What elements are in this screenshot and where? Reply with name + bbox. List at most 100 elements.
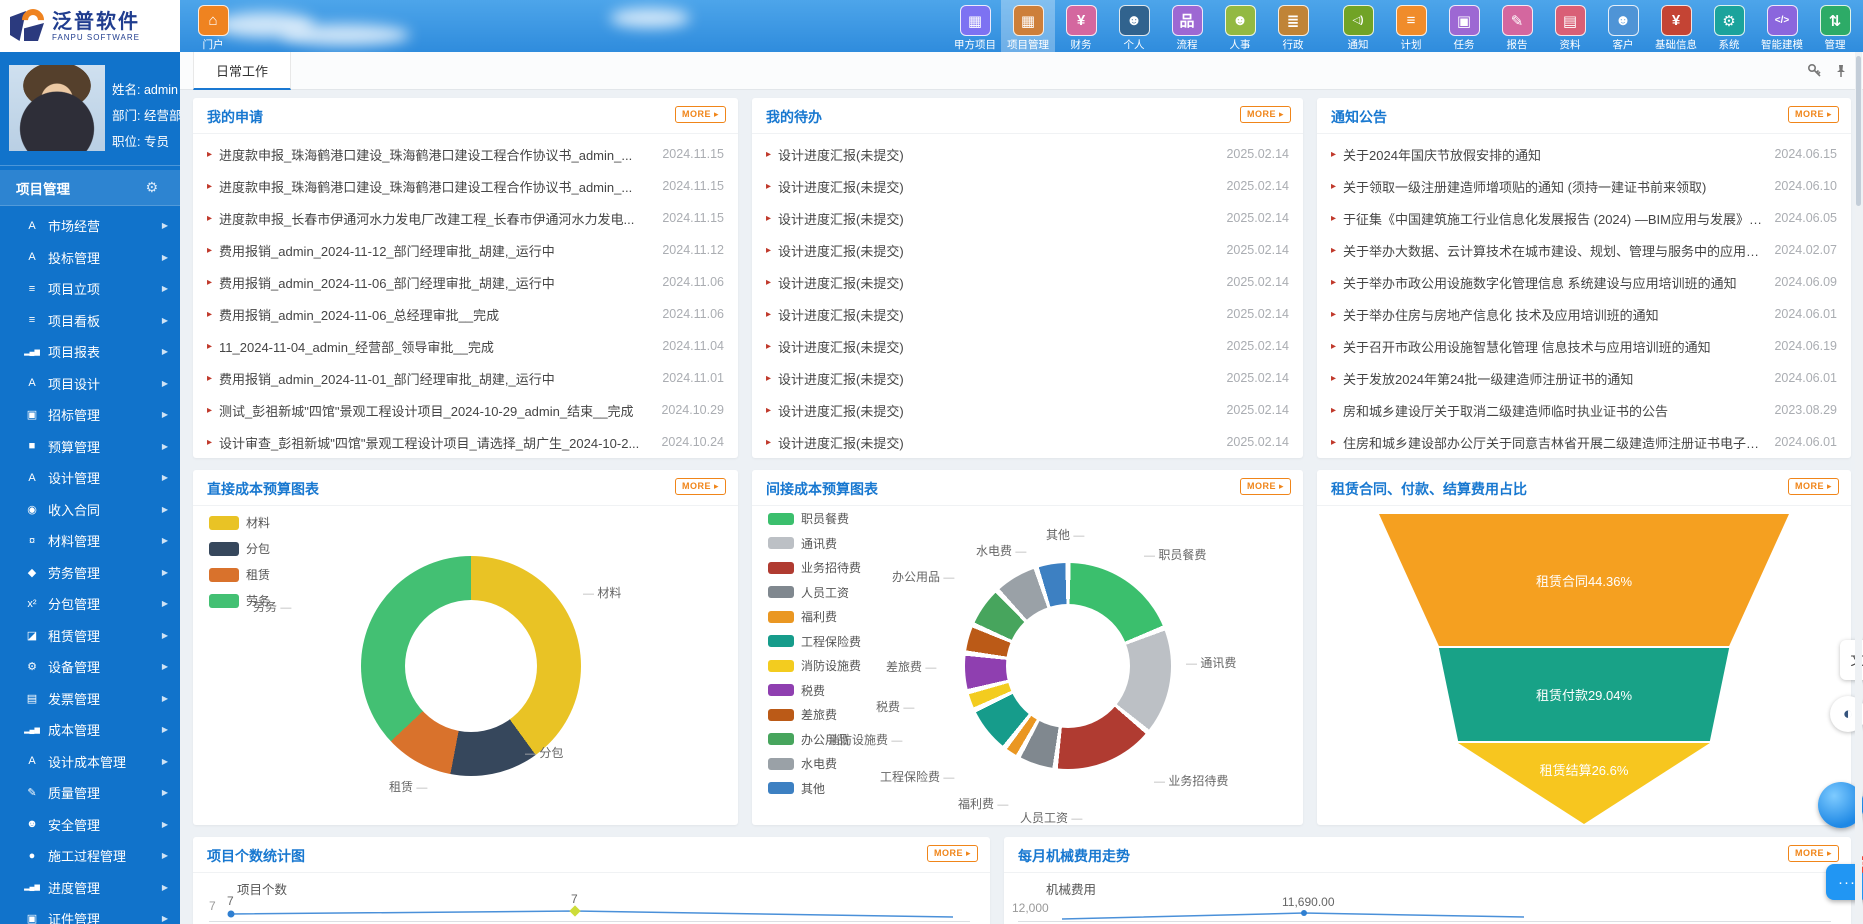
top-nav-item[interactable]: ▣任务 — [1437, 0, 1491, 52]
top-nav-item[interactable]: ✎报告 — [1490, 0, 1544, 52]
legend-item[interactable]: 税费 — [768, 682, 825, 699]
legend-item[interactable]: 工程保险费 — [768, 633, 861, 650]
legend-item[interactable]: 福利费 — [768, 608, 837, 625]
list-item[interactable]: ▸设计进度汇报(未提交)2025.02.14 — [752, 394, 1303, 426]
scrollbar-thumb[interactable] — [1856, 56, 1861, 206]
funnel-segment[interactable]: 租赁合同44.36% — [1379, 514, 1789, 646]
sidebar-item[interactable]: ▂▄▆成本管理▶ — [0, 714, 180, 746]
key-icon[interactable] — [1807, 63, 1823, 79]
list-item[interactable]: ▸费用报销_admin_2024-11-01_部门经理审批_胡建,_运行中202… — [193, 362, 738, 394]
donut-ring[interactable] — [361, 556, 581, 776]
panel-title[interactable]: 间接成本预算图表 — [766, 479, 878, 499]
panel-title[interactable]: 租赁合同、付款、结算费用占比 — [1331, 479, 1527, 499]
nav-item-portal[interactable]: ⌂ 门户 — [186, 0, 240, 52]
top-nav-item[interactable]: ☻人事 — [1213, 0, 1267, 52]
top-nav-item[interactable]: ◁)通知 — [1331, 0, 1385, 52]
list-item[interactable]: ▸设计进度汇报(未提交)2025.02.14 — [752, 202, 1303, 234]
more-button[interactable]: MORE ▸ — [675, 478, 726, 495]
legend-item[interactable]: 差旅费 — [768, 706, 837, 723]
sidebar-item[interactable]: ▂▄▆进度管理▶ — [0, 872, 180, 904]
more-button[interactable]: MORE ▸ — [1788, 106, 1839, 123]
list-item[interactable]: ▸住房和城乡建设部办公厅关于同意吉林省开展二级建造师注册证书电子化试点...20… — [1317, 426, 1851, 458]
legend-item[interactable]: 业务招待费 — [768, 559, 861, 576]
sidebar-item[interactable]: ▤发票管理▶ — [0, 683, 180, 715]
top-nav-item[interactable]: ¥基础信息 — [1649, 0, 1703, 52]
list-item[interactable]: ▸关于2024年国庆节放假安排的通知2024.06.15 — [1317, 138, 1851, 170]
top-nav-item[interactable]: ▤资料 — [1543, 0, 1597, 52]
sidebar-item[interactable]: ▣招标管理▶ — [0, 399, 180, 431]
list-item[interactable]: ▸设计进度汇报(未提交)2025.02.14 — [752, 298, 1303, 330]
list-item[interactable]: ▸进度款申报_长春市伊通河水力发电厂改建工程_长春市伊通河水力发电...2024… — [193, 202, 738, 234]
gear-icon[interactable]: ⚙ — [145, 179, 158, 196]
list-item[interactable]: ▸测试_彭祖新城"四馆"景观工程设计项目_2024-10-29_admin_结束… — [193, 394, 738, 426]
sidebar-item[interactable]: ¤材料管理▶ — [0, 525, 180, 557]
list-item[interactable]: ▸设计进度汇报(未提交)2025.02.14 — [752, 266, 1303, 298]
more-button[interactable]: MORE ▸ — [927, 845, 978, 862]
list-item[interactable]: ▸设计进度汇报(未提交)2025.02.14 — [752, 170, 1303, 202]
top-nav-item[interactable]: ⚙系统 — [1702, 0, 1756, 52]
pin-icon[interactable] — [1833, 63, 1849, 79]
top-nav-item[interactable]: ☻个人 — [1107, 0, 1161, 52]
sidebar-item[interactable]: ●施工过程管理▶ — [0, 840, 180, 872]
sidebar-item[interactable]: ◆劳务管理▶ — [0, 557, 180, 589]
sidebar-item[interactable]: ■预算管理▶ — [0, 431, 180, 463]
list-item[interactable]: ▸进度款申报_珠海鹤港口建设_珠海鹤港口建设工程合作协议书_admin_...2… — [193, 170, 738, 202]
list-item[interactable]: ▸关于发放2024年第24批一级建造师注册证书的通知2024.06.01 — [1317, 362, 1851, 394]
sidebar-item[interactable]: A设计成本管理▶ — [0, 746, 180, 778]
list-item[interactable]: ▸关于举办市政公用设施数字化管理信息 系统建设与应用培训班的通知2024.06.… — [1317, 266, 1851, 298]
funnel-segment[interactable]: 租赁付款29.04% — [1379, 648, 1789, 741]
sidebar-item[interactable]: ⚙设备管理▶ — [0, 651, 180, 683]
list-item[interactable]: ▸设计进度汇报(未提交)2025.02.14 — [752, 426, 1303, 458]
legend-item[interactable]: 水电费 — [768, 755, 837, 772]
list-item[interactable]: ▸设计审查_彭祖新城"四馆"景观工程设计项目_请选择_胡广生_2024-10-2… — [193, 426, 738, 458]
legend-item[interactable]: 其他 — [768, 780, 825, 797]
panel-title[interactable]: 每月机械费用走势 — [1018, 846, 1130, 866]
list-item[interactable]: ▸关于举办大数据、云计算技术在城市建设、规划、管理与服务中的应用培训班...20… — [1317, 234, 1851, 266]
avatar[interactable] — [9, 65, 105, 151]
legend-item[interactable]: 消防设施费 — [768, 657, 861, 674]
panel-title[interactable]: 通知公告 — [1331, 107, 1387, 127]
sidebar-item[interactable]: ◪租赁管理▶ — [0, 620, 180, 652]
sidebar-item[interactable]: A项目设计▶ — [0, 368, 180, 400]
more-button[interactable]: MORE ▸ — [1788, 478, 1839, 495]
sidebar-item[interactable]: A投标管理▶ — [0, 242, 180, 274]
list-item[interactable]: ▸设计进度汇报(未提交)2025.02.14 — [752, 234, 1303, 266]
sidebar-item[interactable]: ▂▄▆项目报表▶ — [0, 336, 180, 368]
sidebar-item[interactable]: ▣证件管理▶ — [0, 903, 180, 924]
panel-title[interactable]: 直接成本预算图表 — [207, 479, 319, 499]
top-nav-item[interactable]: ▦甲方项目 — [948, 0, 1002, 52]
sidebar-item[interactable]: x²分包管理▶ — [0, 588, 180, 620]
top-nav-item[interactable]: ≣行政 — [1266, 0, 1320, 52]
top-nav-item[interactable]: ¥财务 — [1054, 0, 1108, 52]
more-button[interactable]: MORE ▸ — [1240, 478, 1291, 495]
list-item[interactable]: ▸关于举办住房与房地产信息化 技术及应用培训班的通知2024.06.01 — [1317, 298, 1851, 330]
top-nav-item[interactable]: ⇅管理 — [1808, 0, 1862, 52]
top-nav-item[interactable]: </>智能建模 — [1755, 0, 1809, 52]
top-nav-item[interactable]: 品流程 — [1160, 0, 1214, 52]
legend-item[interactable]: 通讯费 — [768, 535, 837, 552]
panel-title[interactable]: 我的申请 — [207, 107, 263, 127]
legend-item[interactable]: 租赁 — [209, 566, 270, 583]
sidebar-item[interactable]: ✎质量管理▶ — [0, 777, 180, 809]
legend-item[interactable]: 人员工资 — [768, 584, 849, 601]
legend-item[interactable]: 分包 — [209, 540, 270, 557]
list-item[interactable]: ▸房和城乡建设厅关于取消二级建造师临时执业证书的公告2023.08.29 — [1317, 394, 1851, 426]
list-item[interactable]: ▸设计进度汇报(未提交)2025.02.14 — [752, 138, 1303, 170]
sidebar-item[interactable]: A市场经营▶ — [0, 210, 180, 242]
more-button[interactable]: MORE ▸ — [1788, 845, 1839, 862]
list-item[interactable]: ▸设计进度汇报(未提交)2025.02.14 — [752, 330, 1303, 362]
top-nav-item[interactable]: ≡计划 — [1384, 0, 1438, 52]
donut-ring[interactable] — [965, 563, 1171, 769]
funnel-segment[interactable]: 租赁结算26.6% — [1379, 743, 1789, 824]
list-item[interactable]: ▸费用报销_admin_2024-11-06_部门经理审批_胡建,_运行中202… — [193, 266, 738, 298]
sidebar-item[interactable]: ≡项目立项▶ — [0, 273, 180, 305]
list-item[interactable]: ▸设计进度汇报(未提交)2025.02.14 — [752, 362, 1303, 394]
legend-item[interactable]: 职员餐费 — [768, 510, 849, 527]
more-button[interactable]: MORE ▸ — [675, 106, 726, 123]
sidebar-item[interactable]: ≡项目看板▶ — [0, 305, 180, 337]
sidebar-item[interactable]: ◉收入合同▶ — [0, 494, 180, 526]
sidebar-item[interactable]: A设计管理▶ — [0, 462, 180, 494]
more-button[interactable]: MORE ▸ — [1240, 106, 1291, 123]
panel-title[interactable]: 我的待办 — [766, 107, 822, 127]
sidebar-menu-header[interactable]: 项目管理 ⚙ — [0, 170, 180, 206]
